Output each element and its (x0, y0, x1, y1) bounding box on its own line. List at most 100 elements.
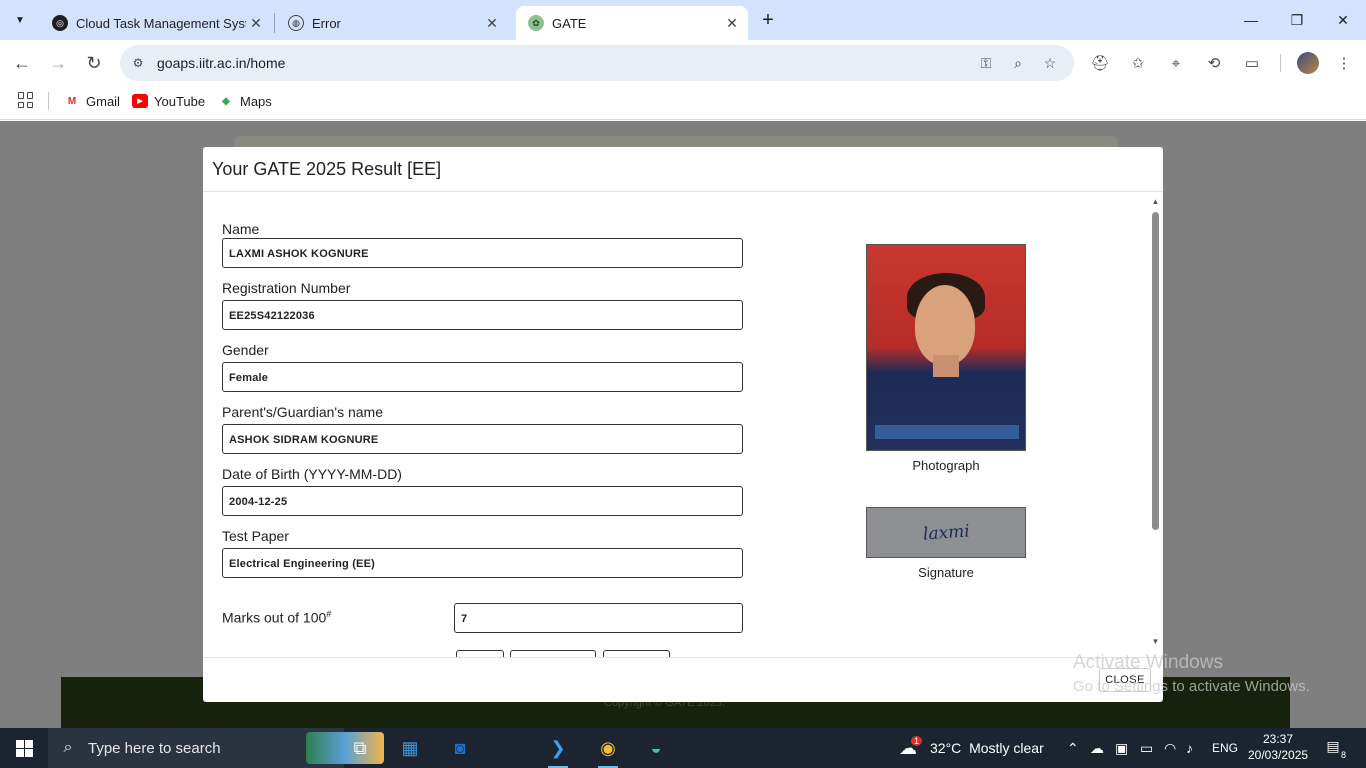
task-view-icon[interactable]: ⧉ (336, 728, 384, 768)
battery-icon[interactable]: ▭ (1140, 728, 1153, 768)
password-key-icon[interactable]: ⚿ (975, 53, 997, 73)
test-paper-label: Test Paper (222, 528, 289, 544)
modal-footer: CLOSE (203, 657, 1163, 702)
bookmark-youtube[interactable]: ▶ YouTube (132, 90, 205, 112)
site-info-icon[interactable]: ⚙ (128, 53, 148, 73)
url-text[interactable]: goaps.iitr.ac.in/home (157, 55, 285, 71)
name-label: Name (222, 221, 260, 237)
photograph-caption: Photograph (912, 458, 980, 473)
back-icon[interactable]: ← (7, 48, 37, 78)
gender-label: Gender (222, 342, 269, 358)
apps-grid-icon[interactable] (18, 92, 34, 108)
menu-kebab-icon[interactable]: ⋮ (1333, 52, 1355, 74)
search-placeholder: Type here to search (88, 739, 221, 757)
watermark-line2: Go to Settings to activate Windows. (1073, 678, 1310, 695)
wifi-icon[interactable]: ◠ (1164, 728, 1176, 768)
bookmark-label: YouTube (154, 93, 206, 109)
tray-chevron-icon[interactable]: ⌃ (1067, 728, 1079, 768)
bookmark-gmail[interactable]: M Gmail (64, 90, 120, 112)
profile-avatar[interactable] (1297, 52, 1319, 74)
history-icon[interactable]: ⟲ (1203, 52, 1225, 74)
marks-label: Marks out of 100# (222, 609, 331, 626)
clock-date: 20/03/2025 (1248, 748, 1309, 762)
vscode-icon[interactable]: ❯ (534, 728, 582, 768)
windows-logo-icon (15, 739, 33, 757)
volume-icon[interactable]: ♪ (1186, 728, 1193, 768)
marks-footnote-mark: # (326, 609, 332, 619)
tab-divider (274, 13, 275, 33)
language-indicator[interactable]: ENG (1212, 728, 1238, 768)
location-icon[interactable]: ⌖ (1165, 52, 1187, 74)
modal-header: Your GATE 2025 Result [EE] (203, 147, 1163, 192)
dob-label: Date of Birth (YYYY-MM-DD) (222, 466, 402, 482)
guardian-label: Parent's/Guardian's name (222, 404, 383, 420)
signature-ink: laxmi (921, 520, 971, 545)
scroll-down-arrow-icon[interactable]: ▼ (1150, 637, 1161, 647)
browser-toolbar: ← → ↻ ⚙ goaps.iitr.ac.in/home ⚿ ⌕ ☆ ⛑ ✩ … (0, 40, 1366, 86)
bookmarks-bar: M Gmail ▶ YouTube ◆ Maps (0, 86, 1366, 120)
favorites-icon[interactable]: ✩ (1127, 52, 1149, 74)
marks-label-text: Marks out of 100 (222, 609, 327, 626)
candidate-signature: laxmi (866, 507, 1026, 558)
new-tab-icon[interactable]: + (756, 8, 780, 32)
reload-icon[interactable]: ↻ (79, 48, 109, 78)
restore-icon[interactable]: ❐ (1274, 0, 1320, 40)
page-overlay: Copyright © GATE 2025. Your GATE 2025 Re… (0, 121, 1366, 728)
candidate-photograph (866, 244, 1026, 451)
bookmarks-divider (48, 92, 49, 110)
taskbar-search[interactable]: ⌕ Type here to search (48, 728, 384, 768)
tab-title: GATE (552, 15, 587, 31)
store-icon[interactable]: ▦ (386, 728, 434, 768)
tab-strip: ▼ ◎ Cloud Task Management System ✕ ◍ Err… (0, 0, 1366, 40)
bookmark-label: Gmail (86, 93, 120, 109)
zoom-icon[interactable]: ⌕ (1007, 53, 1029, 73)
close-tab-icon[interactable]: ✕ (246, 13, 266, 33)
meet-icon[interactable]: ▣ (1115, 728, 1128, 768)
gender-field: Female (222, 362, 743, 392)
bookmark-label: Maps (240, 93, 272, 109)
minimize-icon[interactable]: — (1228, 0, 1274, 40)
edge-icon[interactable]: ◒ (632, 728, 680, 768)
maps-icon: ◆ (222, 95, 230, 107)
windows-taskbar: ⌕ Type here to search ⧉ ▦ ◙ ❯ ◉ ◒ ☁ 1 32… (0, 728, 1366, 768)
forward-icon[interactable]: → (43, 48, 73, 78)
modal-scrollbar[interactable]: ▲ ▼ (1150, 197, 1161, 652)
activate-windows-watermark: Activate Windows Go to Settings to activ… (1073, 652, 1310, 695)
window-close-icon[interactable]: ✕ (1320, 0, 1366, 40)
weather-text: 32°C Mostly clear (930, 740, 1044, 756)
scroll-up-arrow-icon[interactable]: ▲ (1150, 197, 1161, 207)
incognito-extension-icon[interactable]: ⛑ (1089, 52, 1111, 74)
tab-gate[interactable]: ✿ GATE ✕ (516, 6, 748, 40)
gmail-icon: M (67, 95, 77, 107)
clock[interactable]: 23:37 20/03/2025 (1248, 731, 1308, 763)
close-tab-icon[interactable]: ✕ (482, 13, 502, 33)
guardian-field: ASHOK SIDRAM KOGNURE (222, 424, 743, 454)
tab-cloud-task[interactable]: ◎ Cloud Task Management System ✕ (40, 6, 272, 40)
side-panel-icon[interactable]: ▭ (1241, 52, 1263, 74)
address-bar[interactable]: ⚙ goaps.iitr.ac.in/home ⚿ ⌕ ☆ (120, 45, 1074, 81)
notifications-icon[interactable]: ▤ 8 (1322, 738, 1346, 760)
tab-error[interactable]: ◍ Error ✕ (276, 6, 508, 40)
chrome-icon[interactable]: ◉ (584, 728, 632, 768)
close-tab-icon[interactable]: ✕ (722, 13, 742, 33)
gate-logo-icon: ✿ (528, 15, 544, 31)
weather-widget[interactable]: ☁ 1 32°C Mostly clear (899, 728, 1044, 768)
bookmark-star-icon[interactable]: ☆ (1039, 53, 1061, 73)
outlook-icon[interactable]: ◙ (436, 728, 484, 768)
modal-body: Name LAXMI ASHOK KOGNURE Registration Nu… (203, 192, 1163, 658)
modal-title: Your GATE 2025 Result [EE] (212, 159, 442, 179)
tab-title: Error (312, 15, 341, 31)
photo-face (915, 285, 975, 365)
bookmark-maps[interactable]: ◆ Maps (218, 90, 272, 112)
test-paper-field: Electrical Engineering (EE) (222, 548, 743, 578)
registration-label: Registration Number (222, 280, 351, 296)
globe-icon: ◍ (288, 15, 304, 31)
scrollbar-thumb[interactable] (1152, 212, 1159, 530)
start-button[interactable] (0, 728, 48, 768)
photo-neck (933, 355, 959, 377)
tab-search-chevron-icon[interactable]: ▼ (8, 8, 32, 32)
dob-field: 2004-12-25 (222, 486, 743, 516)
watermark-line1: Activate Windows (1073, 652, 1223, 673)
search-icon: ⌕ (63, 739, 73, 756)
onedrive-icon[interactable]: ☁ (1090, 728, 1104, 768)
